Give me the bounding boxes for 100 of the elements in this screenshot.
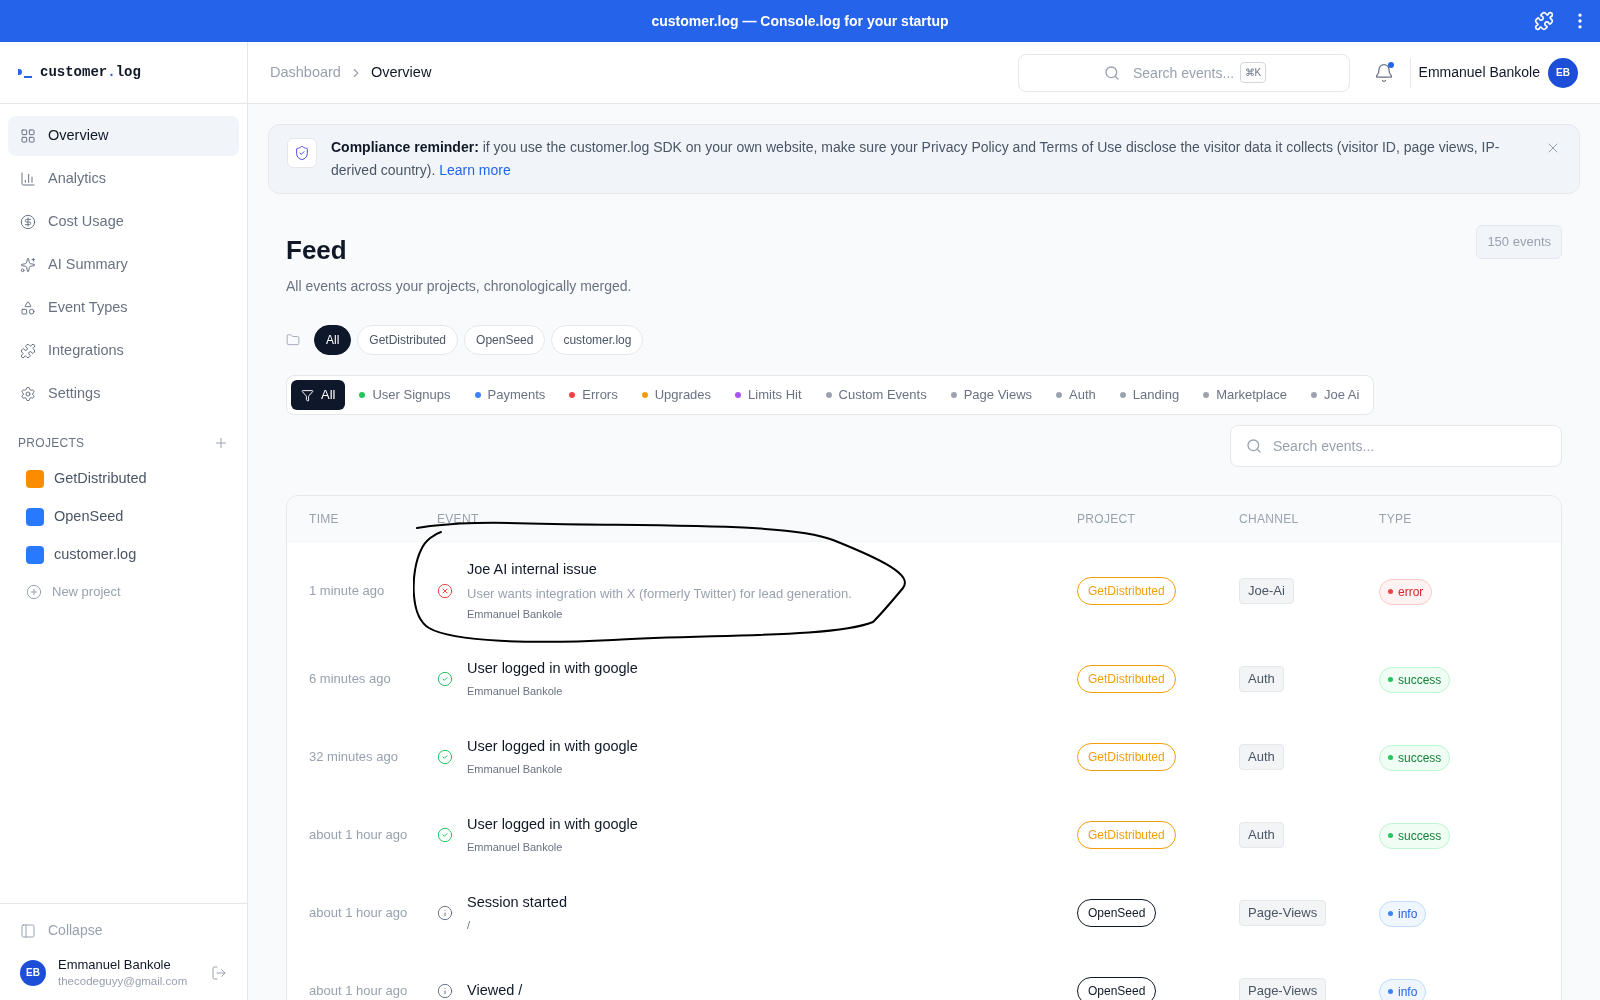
channel-filter-chip[interactable]: Landing: [1109, 380, 1190, 410]
column-header: TYPE: [1379, 510, 1413, 528]
event-time: 6 minutes ago: [309, 670, 392, 689]
user-name: Emmanuel Bankole: [1418, 63, 1540, 82]
info-icon: [437, 905, 453, 921]
banner-text: Compliance reminder: if you use the customer.log SDK on your own website, make sure your Privacy Policy and Terms of Use disclose the visitor data it collects (visitor ID, page views, IP-derived country). Learn more: [331, 138, 1501, 180]
type-badge: success: [1379, 822, 1451, 849]
event-title: Joe AI internal issue: [467, 560, 598, 580]
event-user: Emmanuel Bankole: [467, 607, 564, 623]
column-header: PROJECT: [1077, 510, 1137, 528]
channel-tag: Page-Views: [1239, 900, 1327, 926]
event-count: 150 events: [1476, 225, 1562, 259]
nav-item[interactable]: Analytics: [8, 159, 239, 199]
project-name: GetDistributed: [54, 469, 147, 489]
event-row[interactable]: about 1 hour ago User logged in with google Emmanuel Bankole GetDistributed Auth success: [287, 796, 1561, 874]
section-heading: PROJECTS: [18, 435, 85, 452]
folder-icon: [286, 333, 300, 347]
type-badge: success: [1379, 666, 1451, 693]
channel-filter-chip[interactable]: Upgrades: [631, 380, 722, 410]
channel-filter-chip[interactable]: Custom Events: [815, 380, 937, 410]
event-user: /: [467, 918, 472, 934]
event-title: User logged in with google: [467, 815, 638, 835]
channel-tag: Page-Views: [1239, 978, 1327, 1000]
notification-icon[interactable]: [1373, 62, 1394, 83]
channel-tag: Auth: [1239, 744, 1284, 770]
event-detail: User wants integration with X (formerly Twitter) for lead generation.: [467, 584, 852, 603]
puzzle-icon: [20, 343, 36, 359]
channel-filter-chip[interactable]: Auth: [1046, 380, 1106, 410]
shapes-icon: [20, 300, 36, 316]
channel-filter-chip[interactable]: Limits Hit: [725, 380, 812, 410]
search-field[interactable]: Search events...: [1230, 425, 1562, 467]
check-circle-icon: [437, 671, 453, 687]
nav-item[interactable]: Settings: [8, 374, 239, 414]
channel-tag: Auth: [1239, 822, 1284, 848]
channel-filter-chip[interactable]: Joe Ai: [1300, 380, 1370, 410]
type-badge: info: [1379, 900, 1427, 927]
channel-filter-chip[interactable]: Page Views: [940, 380, 1043, 410]
page-title: Feed: [286, 234, 348, 266]
event-time: about 1 hour ago: [309, 826, 409, 845]
event-row[interactable]: about 1 hour ago Viewed / OpenSeed Page-Views info: [287, 952, 1561, 1000]
project-filter-chip[interactable]: OpenSeed: [464, 325, 546, 355]
nav-item[interactable]: AI Summary: [8, 245, 239, 285]
project-filter-chip[interactable]: GetDistributed: [357, 325, 459, 355]
new-project-button[interactable]: New project: [18, 574, 229, 610]
plus-circle-icon: [26, 584, 42, 600]
event-title: Session started: [467, 893, 567, 913]
logo-icon: [18, 67, 32, 78]
column-header: EVENT: [437, 510, 480, 528]
channel-tag: Joe-Ai: [1239, 578, 1294, 604]
nav-item[interactable]: Integrations: [8, 331, 239, 371]
type-badge: success: [1379, 744, 1451, 771]
shield-icon: [287, 138, 317, 168]
dollar-icon: [20, 214, 36, 230]
event-row[interactable]: 6 minutes ago User logged in with google Emmanuel Bankole GetDistributed Auth success: [287, 640, 1561, 718]
project-name: OpenSeed: [54, 507, 124, 527]
project-filter-chip[interactable]: All: [314, 325, 352, 355]
channel-filter-chip[interactable]: User Signups: [349, 380, 461, 410]
event-user: Emmanuel Bankole: [467, 840, 564, 856]
event-row[interactable]: 1 minute ago Joe AI internal issue User wants integration with X (formerly Twitter) for lead generation. Emmanuel Bankole GetDistributed Joe-Ai error: [287, 542, 1561, 640]
project-filter-chip[interactable]: customer.log: [551, 325, 644, 355]
channel-filter-chip[interactable]: Marketplace: [1193, 380, 1297, 410]
breadcrumb[interactable]: Dashboard: [270, 61, 341, 84]
avatar: EB: [20, 959, 46, 986]
channel-filter-chip[interactable]: Payments: [464, 380, 556, 410]
event-title: User logged in with google: [467, 737, 638, 757]
grid-icon: [20, 128, 36, 144]
project-item[interactable]: OpenSeed: [18, 498, 229, 536]
search-icon: [1103, 64, 1120, 81]
event-title: Viewed /: [467, 981, 523, 1000]
breadcrumb: Overview: [370, 62, 432, 82]
event-user: Emmanuel Bankole: [467, 762, 564, 778]
collapse-button[interactable]: Collapse: [20, 920, 227, 942]
user-email: thecodeguyy@gmail.com: [58, 973, 189, 988]
info-icon: [437, 983, 453, 999]
project-item[interactable]: customer.log: [18, 536, 229, 574]
type-badge: info: [1379, 978, 1427, 1000]
avatar[interactable]: EB: [1548, 57, 1578, 88]
channel-filter-chip[interactable]: All: [291, 380, 346, 410]
event-time: 32 minutes ago: [309, 748, 399, 767]
bar-chart-icon: [20, 171, 36, 187]
puzzle-icon[interactable]: [1534, 11, 1554, 31]
panel-icon: [20, 922, 36, 939]
settings-icon: [20, 386, 36, 402]
nav-item[interactable]: Event Types: [8, 288, 239, 328]
channel-filter-chip[interactable]: Errors: [559, 380, 628, 410]
project-item[interactable]: GetDistributed: [18, 460, 229, 498]
event-row[interactable]: about 1 hour ago Session started / OpenSeed Page-Views info: [287, 874, 1561, 952]
learn-more-link[interactable]: Learn more: [439, 162, 511, 178]
nav-item[interactable]: Overview: [8, 116, 239, 156]
filter-icon: [301, 388, 314, 402]
type-badge: error: [1379, 578, 1433, 605]
nav-item[interactable]: Cost Usage: [8, 202, 239, 242]
event-row[interactable]: 32 minutes ago User logged in with google Emmanuel Bankole GetDistributed Auth success: [287, 718, 1561, 796]
brand-name: customer.log: [40, 63, 141, 82]
column-header: CHANNEL: [1239, 510, 1300, 528]
column-header: TIME: [309, 510, 340, 528]
search-icon: [1246, 438, 1262, 454]
event-time: about 1 hour ago: [309, 904, 409, 923]
event-title: User logged in with google: [467, 659, 638, 679]
shortcut-key: ⌘K: [1239, 61, 1267, 83]
